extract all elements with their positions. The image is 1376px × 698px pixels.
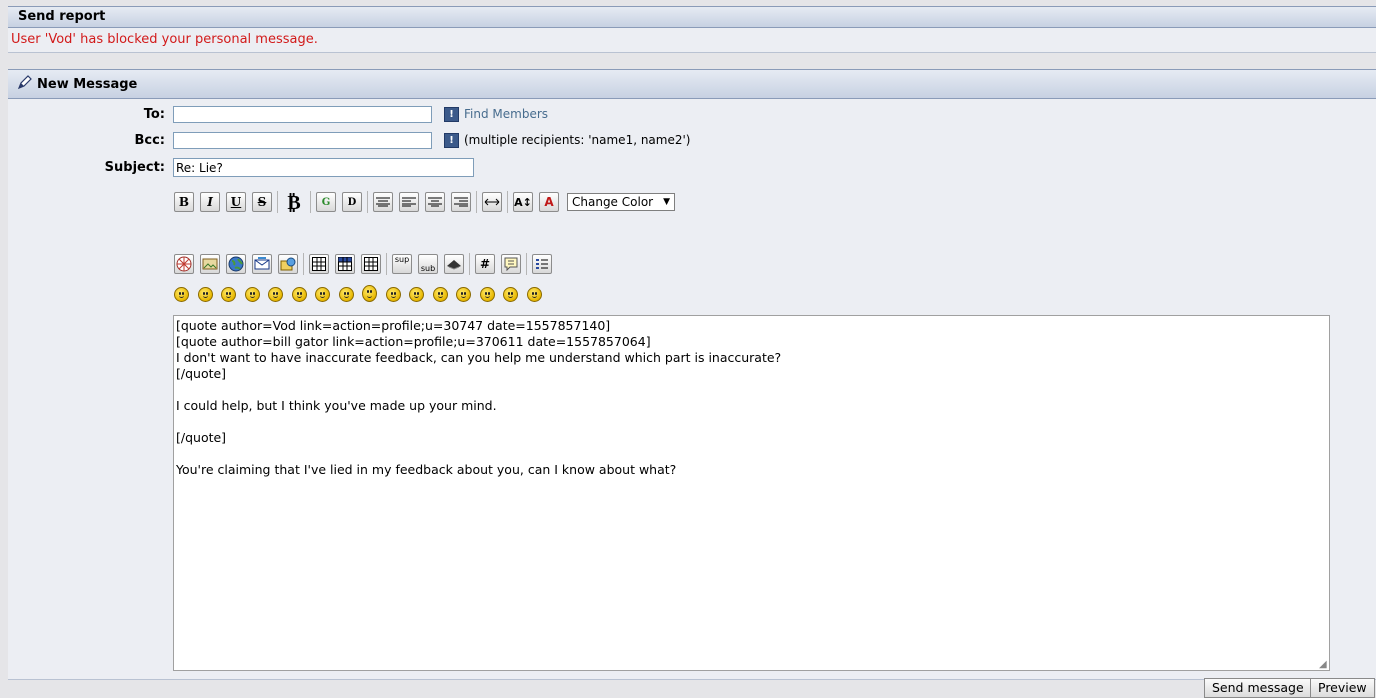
italic-button[interactable]: I <box>200 192 220 212</box>
embarrassed-icon[interactable] <box>432 287 448 302</box>
glow-button[interactable]: G <box>316 192 336 212</box>
send-report-panel: Send report User 'Vod' has blocked your … <box>8 6 1376 53</box>
font-color-icon[interactable]: A <box>539 192 559 212</box>
ftp-link-icon[interactable] <box>278 254 298 274</box>
subject-label: Subject: <box>104 160 165 175</box>
toolbar-divider <box>277 191 278 213</box>
teletype-icon[interactable] <box>444 254 464 274</box>
strike-button[interactable]: S <box>252 192 272 212</box>
resize-handle-icon[interactable]: ◢ <box>1319 659 1329 670</box>
shocked-icon[interactable] <box>315 287 330 302</box>
align-center-icon[interactable] <box>425 192 445 212</box>
bcc-label: Bcc: <box>134 133 165 148</box>
image-icon[interactable] <box>200 254 220 274</box>
quote-icon[interactable] <box>501 254 521 274</box>
bcc-input[interactable] <box>173 132 432 149</box>
new-message-header: New Message <box>8 69 1376 99</box>
table-icon[interactable] <box>309 254 329 274</box>
kiss-icon[interactable] <box>503 287 518 302</box>
new-message-panel: New Message To: ! Find Members Bcc: ! (m… <box>8 69 1376 698</box>
align-left-icon[interactable] <box>399 192 419 212</box>
report-error-message: User 'Vod' has blocked your personal mes… <box>8 28 1376 53</box>
bold-button[interactable]: B <box>174 192 194 212</box>
table-row-icon[interactable] <box>335 254 355 274</box>
horizontal-rule-icon[interactable] <box>482 192 502 212</box>
undecided-icon[interactable] <box>479 287 495 302</box>
bitcoin-button[interactable]: ₿ <box>283 190 305 214</box>
dropdown-arrow-icon: ▼ <box>663 197 671 207</box>
find-members-link[interactable]: Find Members <box>464 107 548 121</box>
angry-icon[interactable] <box>268 287 283 302</box>
code-button[interactable]: # <box>475 254 495 274</box>
new-message-title: New Message <box>37 77 138 92</box>
toolbar-divider <box>507 191 508 213</box>
smiley-bar <box>174 285 550 302</box>
toolbar-divider <box>303 253 304 275</box>
to-label: To: <box>143 107 165 122</box>
marquee-icon[interactable] <box>373 192 393 212</box>
font-size-icon[interactable]: A↕ <box>513 192 533 212</box>
find-members-icon[interactable]: ! <box>444 107 459 122</box>
shadow-button[interactable]: D <box>342 192 362 212</box>
send-report-title: Send report <box>8 6 1376 28</box>
toolbar-divider <box>386 253 387 275</box>
send-message-button[interactable]: Send message <box>1204 678 1312 698</box>
bcc-hint: (multiple recipients: 'name1, name2') <box>464 133 691 147</box>
globe-link-icon[interactable] <box>226 254 246 274</box>
subject-input[interactable] <box>173 158 474 177</box>
pencil-icon <box>17 75 32 90</box>
change-color-label: Change Color <box>572 195 654 209</box>
roll-eyes-icon[interactable] <box>385 287 401 302</box>
cry-icon[interactable] <box>526 287 542 302</box>
format-toolbar-row2: sup sub # <box>174 253 558 275</box>
message-body-textarea[interactable]: [quote author=Vod link=action=profile;u=… <box>173 315 1330 671</box>
underline-button[interactable]: U <box>226 192 246 212</box>
to-input[interactable] <box>173 106 432 123</box>
lips-sealed-icon[interactable] <box>456 287 471 302</box>
toolbar-divider <box>469 253 470 275</box>
grin-icon[interactable] <box>244 287 260 302</box>
align-right-icon[interactable] <box>451 192 471 212</box>
toolbar-divider <box>310 191 311 213</box>
cool-icon[interactable] <box>338 287 354 302</box>
change-color-select[interactable]: Change Color ▼ <box>567 193 676 211</box>
list-icon[interactable] <box>532 254 552 274</box>
toolbar-divider <box>526 253 527 275</box>
format-toolbar-row1: B I U S ₿ G D A↕ A Change Color ▼ <box>174 190 676 214</box>
sad-icon[interactable] <box>291 287 307 302</box>
toolbar-divider <box>476 191 477 213</box>
cheesy-icon[interactable] <box>221 287 236 302</box>
huh-icon[interactable] <box>362 285 377 302</box>
find-bcc-members-icon[interactable]: ! <box>444 133 459 148</box>
email-link-icon[interactable] <box>252 254 272 274</box>
smiley-icon[interactable] <box>174 287 189 302</box>
toolbar-divider <box>367 191 368 213</box>
tongue-icon[interactable] <box>409 287 424 302</box>
wink-icon[interactable] <box>197 287 213 302</box>
subscript-button[interactable]: sub <box>418 254 438 274</box>
compose-form: To: ! Find Members Bcc: ! (multiple reci… <box>8 99 1376 698</box>
table-column-icon[interactable] <box>361 254 381 274</box>
preview-button[interactable]: Preview <box>1310 678 1375 698</box>
superscript-button[interactable]: sup <box>392 254 412 274</box>
flash-icon[interactable] <box>174 254 194 274</box>
